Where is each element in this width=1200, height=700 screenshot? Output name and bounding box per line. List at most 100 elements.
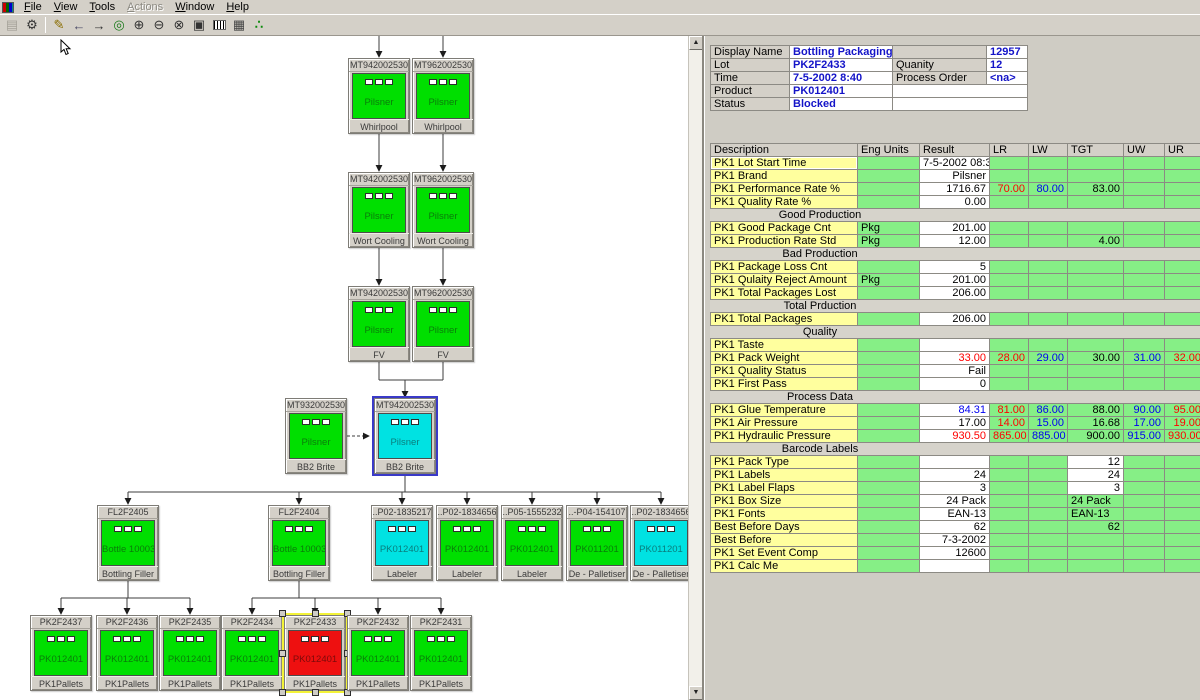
units-cell[interactable]: Pkg — [858, 222, 920, 235]
uw-cell[interactable] — [1124, 170, 1165, 183]
lw-cell[interactable] — [1029, 469, 1068, 482]
desc-cell[interactable]: PK1 Quality Status — [711, 365, 858, 378]
lr-cell[interactable]: 14.00 — [990, 417, 1029, 430]
lw-cell[interactable] — [1029, 378, 1068, 391]
result-cell[interactable]: 206.00 — [920, 287, 990, 300]
desc-cell[interactable]: PK1 Glue Temperature — [711, 404, 858, 417]
units-cell[interactable] — [858, 404, 920, 417]
result-cell[interactable]: 24 Pack — [920, 495, 990, 508]
lr-cell[interactable] — [990, 313, 1029, 326]
desc-cell[interactable]: PK1 Production Rate Std — [711, 235, 858, 248]
uw-cell[interactable]: 17.00 — [1124, 417, 1165, 430]
lot-node[interactable]: MT942002530PilsnerWhirlpool — [348, 58, 410, 134]
tgt-cell[interactable] — [1068, 313, 1124, 326]
lr-cell[interactable] — [990, 534, 1029, 547]
ur-cell[interactable] — [1165, 378, 1200, 391]
lw-cell[interactable]: 80.00 — [1029, 183, 1068, 196]
tgt-cell[interactable]: 12 — [1068, 456, 1124, 469]
menu-item-tools[interactable]: Tools — [83, 0, 121, 14]
result-cell[interactable]: 17.00 — [920, 417, 990, 430]
lw-cell[interactable]: 15.00 — [1029, 417, 1068, 430]
ur-cell[interactable]: 95.00 — [1165, 404, 1200, 417]
lot-node[interactable]: MT962002530PilsnerFV — [412, 286, 474, 362]
result-cell[interactable]: EAN-13 — [920, 508, 990, 521]
result-cell[interactable]: 7-5-2002 08:37:26 — [920, 157, 990, 170]
lr-cell[interactable] — [990, 365, 1029, 378]
tgt-cell[interactable] — [1068, 547, 1124, 560]
result-cell[interactable] — [920, 560, 990, 573]
lr-cell[interactable]: 81.00 — [990, 404, 1029, 417]
lot-node[interactable]: PK2F2433PK012401PK1Pallets — [284, 615, 346, 691]
tgt-cell[interactable] — [1068, 196, 1124, 209]
result-cell[interactable]: 0.00 — [920, 196, 990, 209]
units-cell[interactable]: Pkg — [858, 274, 920, 287]
desc-cell[interactable]: PK1 Pack Weight — [711, 352, 858, 365]
lot-node[interactable]: MT962002530PilsnerWhirlpool — [412, 58, 474, 134]
lr-cell[interactable] — [990, 235, 1029, 248]
result-cell[interactable] — [920, 456, 990, 469]
units-cell[interactable] — [858, 430, 920, 443]
result-cell[interactable]: 201.00 — [920, 274, 990, 287]
ur-cell[interactable]: 930.00 — [1165, 430, 1200, 443]
lot-node[interactable]: PK2F2437PK012401PK1Pallets — [30, 615, 92, 691]
tgt-cell[interactable] — [1068, 378, 1124, 391]
lw-cell[interactable] — [1029, 235, 1068, 248]
lr-cell[interactable]: 28.00 — [990, 352, 1029, 365]
lr-cell[interactable] — [990, 274, 1029, 287]
lot-node[interactable]: MT962002530PilsnerWort Cooling — [412, 172, 474, 248]
lot-node[interactable]: ..P02-1834656PK012401Labeler — [436, 505, 498, 581]
uw-cell[interactable]: 90.00 — [1124, 404, 1165, 417]
desc-cell[interactable]: PK1 Taste — [711, 339, 858, 352]
lr-cell[interactable] — [990, 196, 1029, 209]
edit-button[interactable]: ✎ — [49, 16, 69, 35]
lw-cell[interactable] — [1029, 482, 1068, 495]
lw-cell[interactable] — [1029, 274, 1068, 287]
uw-cell[interactable] — [1124, 469, 1165, 482]
zoom-out-button[interactable]: ⊖ — [149, 16, 169, 35]
uw-cell[interactable] — [1124, 183, 1165, 196]
result-cell[interactable]: 84.31 — [920, 404, 990, 417]
menu-item-view[interactable]: View — [48, 0, 84, 14]
lw-cell[interactable] — [1029, 456, 1068, 469]
units-cell[interactable] — [858, 417, 920, 430]
result-cell[interactable]: 7-3-2002 — [920, 534, 990, 547]
tgt-cell[interactable] — [1068, 560, 1124, 573]
uw-cell[interactable]: 915.00 — [1124, 430, 1165, 443]
lot-node[interactable]: PK2F2431PK012401PK1Pallets — [410, 615, 472, 691]
units-cell[interactable] — [858, 378, 920, 391]
units-cell[interactable] — [858, 547, 920, 560]
ur-cell[interactable] — [1165, 287, 1200, 300]
result-cell[interactable]: 12600 — [920, 547, 990, 560]
tgt-cell[interactable]: 83.00 — [1068, 183, 1124, 196]
tgt-cell[interactable]: 3 — [1068, 482, 1124, 495]
result-cell[interactable]: 0 — [920, 378, 990, 391]
uw-cell[interactable]: 31.00 — [1124, 352, 1165, 365]
lr-cell[interactable] — [990, 469, 1029, 482]
selection-handle[interactable] — [312, 610, 319, 617]
lot-node[interactable]: ..P02-1834656PK011201De - Palletiser — [630, 505, 688, 581]
menu-item-help[interactable]: Help — [220, 0, 255, 14]
barcode-button[interactable] — [209, 16, 229, 35]
result-cell[interactable]: Fail — [920, 365, 990, 378]
menu-item-window[interactable]: Window — [169, 0, 220, 14]
units-cell[interactable] — [858, 313, 920, 326]
zoom-window-button[interactable]: ▣ — [189, 16, 209, 35]
ur-cell[interactable] — [1165, 456, 1200, 469]
lr-cell[interactable] — [990, 287, 1029, 300]
desc-cell[interactable]: PK1 Total Packages — [711, 313, 858, 326]
uw-cell[interactable] — [1124, 222, 1165, 235]
desc-cell[interactable]: PK1 Pack Type — [711, 456, 858, 469]
ur-cell[interactable] — [1165, 508, 1200, 521]
grid-button[interactable]: ▦ — [229, 16, 249, 35]
result-cell[interactable]: 5 — [920, 261, 990, 274]
tgt-cell[interactable]: 24 Pack — [1068, 495, 1124, 508]
units-cell[interactable] — [858, 196, 920, 209]
uw-cell[interactable] — [1124, 196, 1165, 209]
desc-cell[interactable]: PK1 Box Size — [711, 495, 858, 508]
zoom-reset-button[interactable]: ⊗ — [169, 16, 189, 35]
result-cell[interactable]: 201.00 — [920, 222, 990, 235]
lot-node[interactable]: PK2F2435PK012401PK1Pallets — [159, 615, 221, 691]
uw-cell[interactable] — [1124, 534, 1165, 547]
result-cell[interactable]: 24 — [920, 469, 990, 482]
tgt-cell[interactable] — [1068, 274, 1124, 287]
